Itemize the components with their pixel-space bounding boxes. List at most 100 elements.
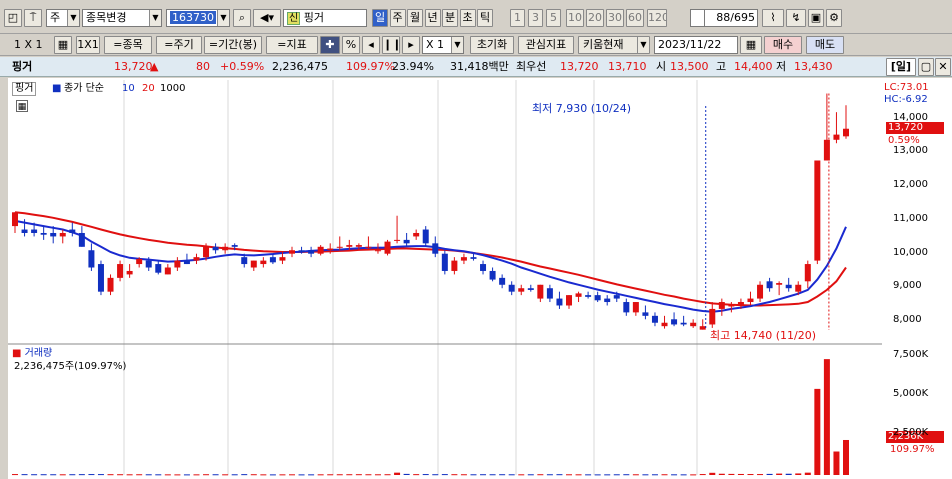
candle-body [384,241,391,254]
volume-bar [250,474,257,476]
credit-badge: 신 [287,12,301,25]
save-icon[interactable]: ▣ [808,9,824,27]
period-tab[interactable]: 틱 [477,9,493,27]
candle-body [145,260,152,268]
page-counter-value: 88 [716,11,731,24]
volume-bar [556,474,563,476]
volume-bar [508,474,515,476]
up-arrow-icon: ▲ [150,60,159,73]
volume-bar [203,474,210,476]
volume-bar [327,474,334,476]
candle-body [508,284,515,292]
volume-bar [298,474,305,476]
data-table-icon[interactable]: ▦ [16,100,28,112]
volume-bar [709,472,716,475]
date-input[interactable]: 2023/11/22 [654,36,738,54]
period-tab[interactable]: 분 [442,9,458,27]
toolbar-row-1: ◰ ⍑ 주 ▼ 종목변경 ▼ 163730 ▼ ⌕ ◀▾ 신 핑거 일주월년분초틱 1… [0,0,952,34]
pin-icon[interactable]: ⍑ [24,9,42,27]
chart-tool-icon[interactable]: ⌇ [762,9,784,27]
volume-bar [843,439,849,475]
volume-bar [460,474,467,476]
add-indicator-button[interactable]: =지표 [266,36,318,54]
volume-bar [575,474,582,476]
search-icon[interactable]: ⌕ [233,9,251,27]
candle-body [222,246,229,251]
add-stock-button[interactable]: =종목 [104,36,152,54]
volume-bar [279,474,286,476]
price-y-tick: 9,000 [893,280,922,291]
kiwoom-select[interactable]: 키움현재 ▼ [578,36,650,54]
stock-change-select[interactable]: 종목변경 ▼ [82,9,162,27]
minute-option[interactable]: 1 [510,9,525,27]
grid-1x1-button[interactable]: 1X1 [76,36,100,54]
candle-body [613,295,620,299]
candle-body [718,302,725,309]
volume-bar [308,474,315,476]
volume-bar [155,474,162,476]
candle-body [556,298,563,306]
minute-option[interactable]: 3 [528,9,543,27]
volume-bar [174,474,181,476]
candle-body [78,232,85,247]
volume-bar [145,474,152,476]
candle-body [441,253,448,271]
speaker-icon[interactable]: ◀▾ [253,9,281,27]
candle-body [193,257,200,261]
watch-indicator-button[interactable]: 관심지표 [518,36,574,54]
candle-body [814,160,821,261]
minute-option[interactable]: 20 [586,9,604,27]
candle-body [480,264,487,271]
period-tab[interactable]: 초 [459,9,476,27]
add-period-button[interactable]: =기간(봉) [204,36,262,54]
period-tab[interactable]: 년 [424,9,441,27]
percent-button[interactable]: % [342,36,360,54]
maximize-icon[interactable]: ▢ [918,58,934,76]
add-cycle-button[interactable]: =주기 [156,36,202,54]
candle-body [575,293,582,297]
candle-body [279,257,286,261]
stock-name-field[interactable]: 신 핑거 [283,9,367,27]
crosshair-icon[interactable]: ✚ [320,36,340,54]
volume-bar [441,474,448,476]
period-indicator-button[interactable]: [일] [886,58,916,76]
grid-icon[interactable]: ▦ [54,36,72,54]
minute-option[interactable]: 60 [626,9,644,27]
candle-body [250,260,257,268]
pause-icon[interactable]: ❙❙ [382,36,400,54]
candle-body [241,257,248,265]
period-tab[interactable]: 일 [372,9,388,27]
calendar-icon[interactable]: ▦ [740,36,762,54]
zoom-select[interactable]: X 1 ▼ [422,36,464,54]
prev-icon[interactable]: ◂ [362,36,380,54]
volume-bar [833,451,840,475]
period-tab[interactable]: 월 [407,9,423,27]
quote-change: 80 [196,60,210,73]
minute-option[interactable]: 10 [566,9,584,27]
volume-bar [823,359,830,475]
trend-icon[interactable]: ↯ [786,9,806,27]
volume-bar [241,474,248,476]
volume-panel-title: 거래량 [24,348,53,359]
chevron-down-icon: ▼ [451,37,463,53]
volume-bar [737,473,744,475]
chart-svg[interactable] [0,78,952,479]
reset-button[interactable]: 초기화 [470,36,514,54]
minute-option[interactable]: 120 [647,9,667,27]
period-unit-select[interactable]: 주 ▼ [46,9,80,27]
minute-option[interactable]: 30 [606,9,624,27]
volume-value-text: 2,236,475주(109.97%) [14,361,127,372]
next-icon[interactable]: ▸ [402,36,420,54]
period-tab[interactable]: 주 [389,9,406,27]
price-panel-tag[interactable]: 핑거 [12,82,37,96]
buy-button[interactable]: 매수 [764,36,802,54]
gear-icon[interactable]: ⚙ [826,9,842,27]
candle-body [317,246,324,254]
sell-button[interactable]: 매도 [806,36,844,54]
close-icon[interactable]: ✕ [935,58,951,76]
candle-body [843,128,849,137]
minute-option[interactable]: 5 [546,9,561,27]
stock-code-input[interactable]: 163730 ▼ [166,9,230,27]
link-group-icon[interactable]: ◰ [4,9,22,27]
price-y-tick: 13,000 [893,145,928,156]
